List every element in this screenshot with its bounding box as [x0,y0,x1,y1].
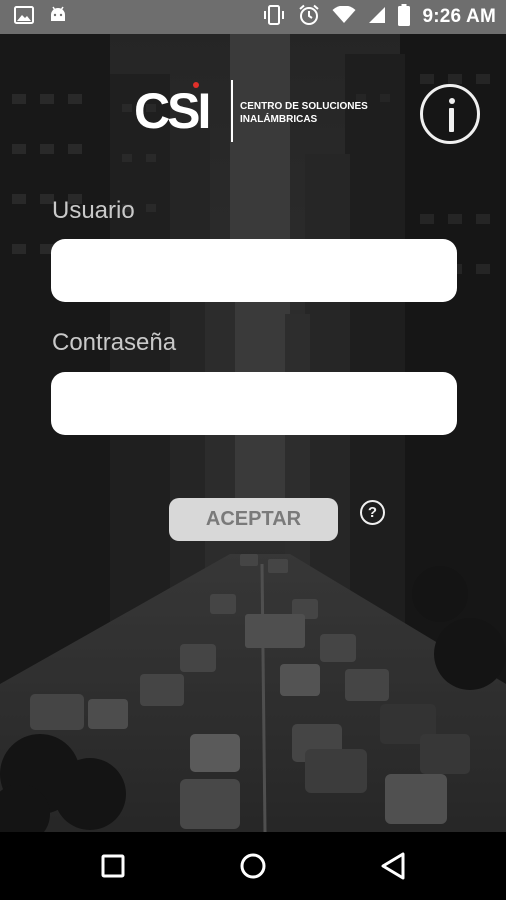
help-button[interactable]: ? [360,500,385,525]
status-bar: 9:26 AM [0,0,506,34]
csi-logo: CSI CENTRO DE SOLUCIONES INALÁMBRICAS [134,78,384,144]
info-icon [449,98,455,104]
recent-apps-icon[interactable] [96,849,130,883]
password-input[interactable] [51,372,457,435]
info-button[interactable] [420,84,480,144]
signal-icon [368,6,386,29]
username-input[interactable] [51,239,457,302]
password-label: Contraseña [52,329,177,356]
image-icon [14,5,34,29]
back-icon[interactable] [377,849,411,883]
username-label: Usuario [52,197,135,224]
logo-line-2: INALÁMBRICAS [240,112,318,125]
battery-icon [398,3,411,31]
home-icon[interactable] [236,849,270,883]
logo-line-1: CENTRO DE SOLUCIONES [240,101,368,112]
navigation-bar [0,832,506,900]
accept-button[interactable]: ACEPTAR [169,498,338,541]
clock-time: 9:26 AM [422,6,496,27]
vibrate-icon [262,4,286,30]
android-icon [48,6,68,29]
logo-mark: CSI [134,83,208,139]
alarm-icon [298,4,320,31]
wifi-icon [332,5,356,29]
